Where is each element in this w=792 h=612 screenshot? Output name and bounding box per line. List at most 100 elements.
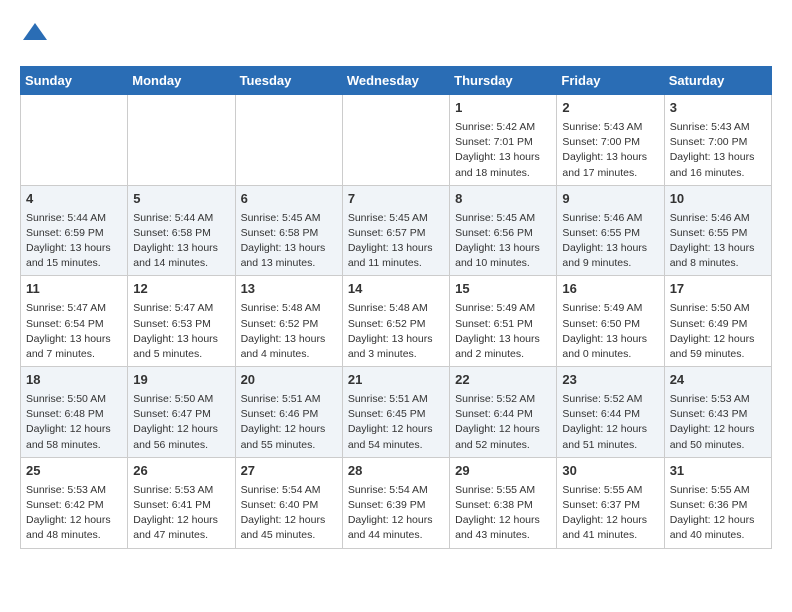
day-info: Daylight: 13 hours bbox=[133, 241, 229, 256]
day-number: 3 bbox=[670, 99, 766, 118]
day-info: Sunset: 6:44 PM bbox=[455, 407, 551, 422]
day-info: Sunrise: 5:55 AM bbox=[562, 483, 658, 498]
day-info: Daylight: 12 hours bbox=[133, 422, 229, 437]
day-info: and 7 minutes. bbox=[26, 347, 122, 362]
day-info: and 59 minutes. bbox=[670, 347, 766, 362]
day-info: Sunset: 6:36 PM bbox=[670, 498, 766, 513]
calendar-cell: 15Sunrise: 5:49 AMSunset: 6:51 PMDayligh… bbox=[450, 276, 557, 367]
day-info: and 2 minutes. bbox=[455, 347, 551, 362]
calendar-cell: 11Sunrise: 5:47 AMSunset: 6:54 PMDayligh… bbox=[21, 276, 128, 367]
day-info: Sunset: 6:47 PM bbox=[133, 407, 229, 422]
day-number: 20 bbox=[241, 371, 337, 390]
calendar-cell: 13Sunrise: 5:48 AMSunset: 6:52 PMDayligh… bbox=[235, 276, 342, 367]
day-info: Sunrise: 5:55 AM bbox=[455, 483, 551, 498]
calendar-cell: 12Sunrise: 5:47 AMSunset: 6:53 PMDayligh… bbox=[128, 276, 235, 367]
calendar-cell: 9Sunrise: 5:46 AMSunset: 6:55 PMDaylight… bbox=[557, 185, 664, 276]
day-number: 29 bbox=[455, 462, 551, 481]
day-info: Sunrise: 5:50 AM bbox=[26, 392, 122, 407]
day-info: and 11 minutes. bbox=[348, 256, 444, 271]
day-info: and 9 minutes. bbox=[562, 256, 658, 271]
calendar-cell: 27Sunrise: 5:54 AMSunset: 6:40 PMDayligh… bbox=[235, 457, 342, 548]
day-info: Sunrise: 5:49 AM bbox=[562, 301, 658, 316]
day-number: 26 bbox=[133, 462, 229, 481]
calendar-cell: 2Sunrise: 5:43 AMSunset: 7:00 PMDaylight… bbox=[557, 95, 664, 186]
day-info: Daylight: 12 hours bbox=[562, 422, 658, 437]
day-info: and 17 minutes. bbox=[562, 166, 658, 181]
day-info: Sunset: 6:55 PM bbox=[562, 226, 658, 241]
logo bbox=[20, 20, 54, 50]
calendar-cell bbox=[21, 95, 128, 186]
day-number: 28 bbox=[348, 462, 444, 481]
day-info: Daylight: 13 hours bbox=[241, 241, 337, 256]
day-info: Sunset: 6:38 PM bbox=[455, 498, 551, 513]
calendar-cell: 20Sunrise: 5:51 AMSunset: 6:46 PMDayligh… bbox=[235, 367, 342, 458]
calendar-cell: 22Sunrise: 5:52 AMSunset: 6:44 PMDayligh… bbox=[450, 367, 557, 458]
calendar-cell: 26Sunrise: 5:53 AMSunset: 6:41 PMDayligh… bbox=[128, 457, 235, 548]
day-info: and 58 minutes. bbox=[26, 438, 122, 453]
day-number: 13 bbox=[241, 280, 337, 299]
day-info: Sunset: 6:53 PM bbox=[133, 317, 229, 332]
day-info: Sunrise: 5:49 AM bbox=[455, 301, 551, 316]
day-info: Sunrise: 5:53 AM bbox=[670, 392, 766, 407]
calendar-cell: 25Sunrise: 5:53 AMSunset: 6:42 PMDayligh… bbox=[21, 457, 128, 548]
day-number: 25 bbox=[26, 462, 122, 481]
day-number: 2 bbox=[562, 99, 658, 118]
day-info: Sunset: 7:00 PM bbox=[670, 135, 766, 150]
day-info: and 0 minutes. bbox=[562, 347, 658, 362]
day-info: Sunrise: 5:53 AM bbox=[133, 483, 229, 498]
page-header bbox=[20, 20, 772, 50]
day-info: Daylight: 12 hours bbox=[348, 422, 444, 437]
day-info: Daylight: 13 hours bbox=[133, 332, 229, 347]
calendar-cell: 5Sunrise: 5:44 AMSunset: 6:58 PMDaylight… bbox=[128, 185, 235, 276]
day-info: Sunset: 6:55 PM bbox=[670, 226, 766, 241]
day-info: Sunset: 6:52 PM bbox=[241, 317, 337, 332]
day-info: Daylight: 12 hours bbox=[348, 513, 444, 528]
day-info: and 43 minutes. bbox=[455, 528, 551, 543]
day-info: Sunset: 7:01 PM bbox=[455, 135, 551, 150]
col-header-monday: Monday bbox=[128, 67, 235, 95]
day-info: Sunrise: 5:44 AM bbox=[133, 211, 229, 226]
calendar-cell bbox=[342, 95, 449, 186]
day-info: Sunset: 6:54 PM bbox=[26, 317, 122, 332]
day-info: Sunset: 6:58 PM bbox=[241, 226, 337, 241]
day-number: 14 bbox=[348, 280, 444, 299]
day-info: Sunrise: 5:44 AM bbox=[26, 211, 122, 226]
col-header-wednesday: Wednesday bbox=[342, 67, 449, 95]
day-info: and 13 minutes. bbox=[241, 256, 337, 271]
day-info: Daylight: 12 hours bbox=[241, 422, 337, 437]
calendar-cell: 23Sunrise: 5:52 AMSunset: 6:44 PMDayligh… bbox=[557, 367, 664, 458]
day-info: Daylight: 13 hours bbox=[26, 241, 122, 256]
col-header-thursday: Thursday bbox=[450, 67, 557, 95]
day-number: 5 bbox=[133, 190, 229, 209]
day-info: Sunset: 6:56 PM bbox=[455, 226, 551, 241]
day-info: and 40 minutes. bbox=[670, 528, 766, 543]
day-info: and 51 minutes. bbox=[562, 438, 658, 453]
day-number: 19 bbox=[133, 371, 229, 390]
day-info: and 3 minutes. bbox=[348, 347, 444, 362]
day-number: 9 bbox=[562, 190, 658, 209]
day-info: Sunrise: 5:52 AM bbox=[562, 392, 658, 407]
day-number: 6 bbox=[241, 190, 337, 209]
day-info: Sunset: 6:51 PM bbox=[455, 317, 551, 332]
day-number: 17 bbox=[670, 280, 766, 299]
day-info: Daylight: 13 hours bbox=[455, 150, 551, 165]
day-info: Sunset: 6:50 PM bbox=[562, 317, 658, 332]
calendar-cell: 18Sunrise: 5:50 AMSunset: 6:48 PMDayligh… bbox=[21, 367, 128, 458]
day-info: Sunrise: 5:47 AM bbox=[133, 301, 229, 316]
day-info: Sunrise: 5:46 AM bbox=[670, 211, 766, 226]
col-header-sunday: Sunday bbox=[21, 67, 128, 95]
calendar-header-row: SundayMondayTuesdayWednesdayThursdayFrid… bbox=[21, 67, 772, 95]
day-info: and 18 minutes. bbox=[455, 166, 551, 181]
day-info: Sunrise: 5:50 AM bbox=[133, 392, 229, 407]
calendar-cell: 19 Sunrise: 5:50 AMSunset: 6:47 PMDayligh… bbox=[128, 367, 235, 458]
day-info: Sunrise: 5:48 AM bbox=[241, 301, 337, 316]
day-number: 27 bbox=[241, 462, 337, 481]
day-info: Daylight: 13 hours bbox=[26, 332, 122, 347]
day-info: Sunrise: 5:52 AM bbox=[455, 392, 551, 407]
day-info: Daylight: 13 hours bbox=[670, 150, 766, 165]
calendar-table: SundayMondayTuesdayWednesdayThursdayFrid… bbox=[20, 66, 772, 549]
day-info: Daylight: 13 hours bbox=[455, 332, 551, 347]
day-info: Sunrise: 5:55 AM bbox=[670, 483, 766, 498]
calendar-cell: 8Sunrise: 5:45 AMSunset: 6:56 PMDaylight… bbox=[450, 185, 557, 276]
day-info: Sunrise: 5:45 AM bbox=[348, 211, 444, 226]
